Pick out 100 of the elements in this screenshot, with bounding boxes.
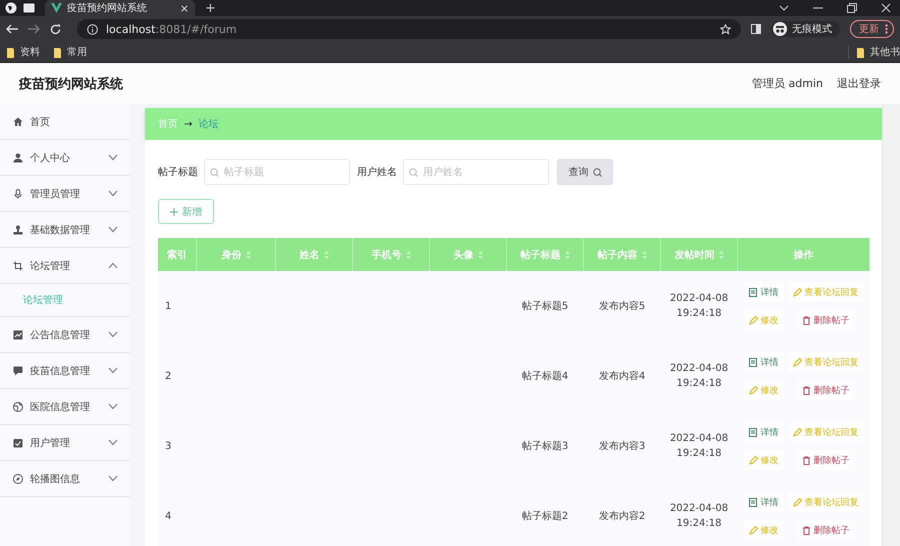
address-field[interactable]: localhost:8081/#/forum [77, 19, 741, 39]
detail-button[interactable]: 详情 [744, 352, 784, 372]
document-icon [748, 288, 758, 296]
pencil-icon [792, 358, 802, 366]
trash-icon [802, 316, 810, 324]
table-cell: 发布内容5 [598, 300, 646, 312]
table-cell: 发布内容4 [598, 370, 646, 382]
breadcrumb-link[interactable]: 论坛 [198, 117, 218, 131]
table-cell: 帖子标题4 [522, 370, 568, 382]
search-button[interactable]: 查询 [557, 159, 613, 185]
sidebar-item[interactable]: 首页 [0, 104, 130, 140]
document-icon [748, 428, 758, 436]
forward-icon[interactable] [28, 24, 40, 34]
folder-icon [7, 46, 14, 58]
column-header: 操作 [738, 238, 870, 271]
chat-icon [13, 366, 23, 376]
sort-icon [324, 250, 328, 259]
star-icon[interactable] [720, 24, 731, 34]
new-tab-button[interactable]: + [205, 0, 216, 16]
more-icon [885, 24, 888, 34]
close-icon[interactable] [881, 3, 891, 13]
update-button[interactable]: 更新 [850, 20, 894, 38]
search-icon [210, 168, 219, 177]
sort-icon [246, 250, 250, 259]
reload-icon[interactable] [50, 24, 61, 34]
pencil-icon [748, 526, 758, 534]
table-cell: 帖子标题3 [522, 440, 568, 452]
microphone-icon [13, 188, 23, 198]
restore-icon[interactable] [847, 3, 857, 13]
table-cell: 帖子标题2 [522, 510, 568, 522]
delete-button[interactable]: 删除帖子 [796, 310, 854, 330]
chevron-down-icon[interactable] [779, 5, 789, 11]
sidebar-item[interactable]: 医院信息管理 [0, 389, 130, 425]
table-cell: 2 [165, 370, 172, 382]
sidebar-item[interactable]: 论坛管理 [0, 248, 130, 284]
table-cell: 2022-04-08 19:24:18 [670, 363, 728, 389]
pencil-icon [748, 386, 758, 394]
pencil-icon [792, 428, 802, 436]
sidebar-item[interactable]: 基础数据管理 [0, 212, 130, 248]
trash-icon [802, 386, 810, 394]
bookmark[interactable]: 资料 [7, 45, 40, 59]
sort-icon [478, 250, 482, 259]
url-text: localhost:8081/#/forum [106, 22, 237, 36]
home-icon [13, 116, 23, 126]
delete-button[interactable]: 删除帖子 [796, 520, 854, 540]
chart-icon [13, 330, 23, 340]
column-header: 索引 [158, 238, 196, 271]
table-cell: 发布内容2 [598, 510, 646, 522]
search-icon [409, 168, 418, 177]
detail-button[interactable]: 详情 [744, 492, 784, 512]
globe-icon [13, 402, 23, 412]
back-icon[interactable] [6, 24, 18, 34]
bookmark[interactable]: 其他书 [848, 45, 900, 59]
sidebar-item[interactable]: 个人中心 [0, 140, 130, 176]
sort-icon [406, 250, 410, 259]
close-tab-button[interactable]: × [180, 2, 189, 14]
user-name: 管理员 admin [752, 76, 823, 91]
sort-icon [564, 250, 570, 259]
delete-button[interactable]: 删除帖子 [796, 380, 854, 400]
search-field[interactable]: 帖子标题 [204, 159, 350, 185]
side-panel-icon[interactable] [751, 24, 761, 34]
vue-logo-icon [51, 3, 62, 13]
pencil-icon [792, 498, 802, 506]
detail-button[interactable]: 详情 [744, 422, 784, 442]
stamp-icon [13, 224, 23, 234]
sidebar-item[interactable]: 疫苗信息管理 [0, 353, 130, 389]
pencil-icon [792, 288, 802, 296]
add-button[interactable]: 新增 [158, 199, 214, 224]
sidebar-item[interactable]: 轮播图信息 [0, 461, 130, 497]
crop-icon [13, 260, 23, 270]
document-icon [748, 498, 758, 506]
info-icon [87, 24, 98, 34]
globe-icon[interactable] [5, 2, 17, 14]
compass-icon [13, 474, 23, 484]
pencil-icon [748, 456, 758, 464]
site-title: 疫苗预约网站系统 [19, 76, 123, 92]
sidebar-item[interactable]: 公告信息管理 [0, 317, 130, 353]
sidebar-item[interactable]: 用户管理 [0, 425, 130, 461]
browser-tab[interactable]: 疫苗预约网站系统 × [45, 0, 195, 16]
table-cell: 发布内容3 [598, 440, 646, 452]
table-cell: 2022-04-08 19:24:18 [670, 433, 728, 459]
tab-icon[interactable] [23, 3, 35, 13]
minimize-icon[interactable] [813, 7, 823, 9]
sidebar-item[interactable]: 管理员管理 [0, 176, 130, 212]
plus-icon [170, 208, 178, 216]
incognito-icon [773, 22, 787, 36]
table-cell: 2022-04-08 19:24:18 [670, 293, 728, 319]
document-icon [748, 358, 758, 366]
incognito-button[interactable]: 无痕模式 [771, 21, 840, 37]
delete-button[interactable]: 删除帖子 [796, 450, 854, 470]
tab-title: 疫苗预约网站系统 [67, 2, 147, 15]
bookmark[interactable]: 常用 [54, 45, 87, 59]
table-cell: 4 [165, 510, 172, 522]
table-cell: 3 [165, 440, 172, 452]
logout-link[interactable]: 退出登录 [837, 76, 881, 91]
search-field[interactable]: 用户姓名 [403, 159, 549, 185]
scrollbar[interactable] [882, 104, 900, 546]
sort-icon [642, 250, 646, 259]
breadcrumb-separator: → [184, 118, 192, 130]
detail-button[interactable]: 详情 [744, 282, 784, 302]
